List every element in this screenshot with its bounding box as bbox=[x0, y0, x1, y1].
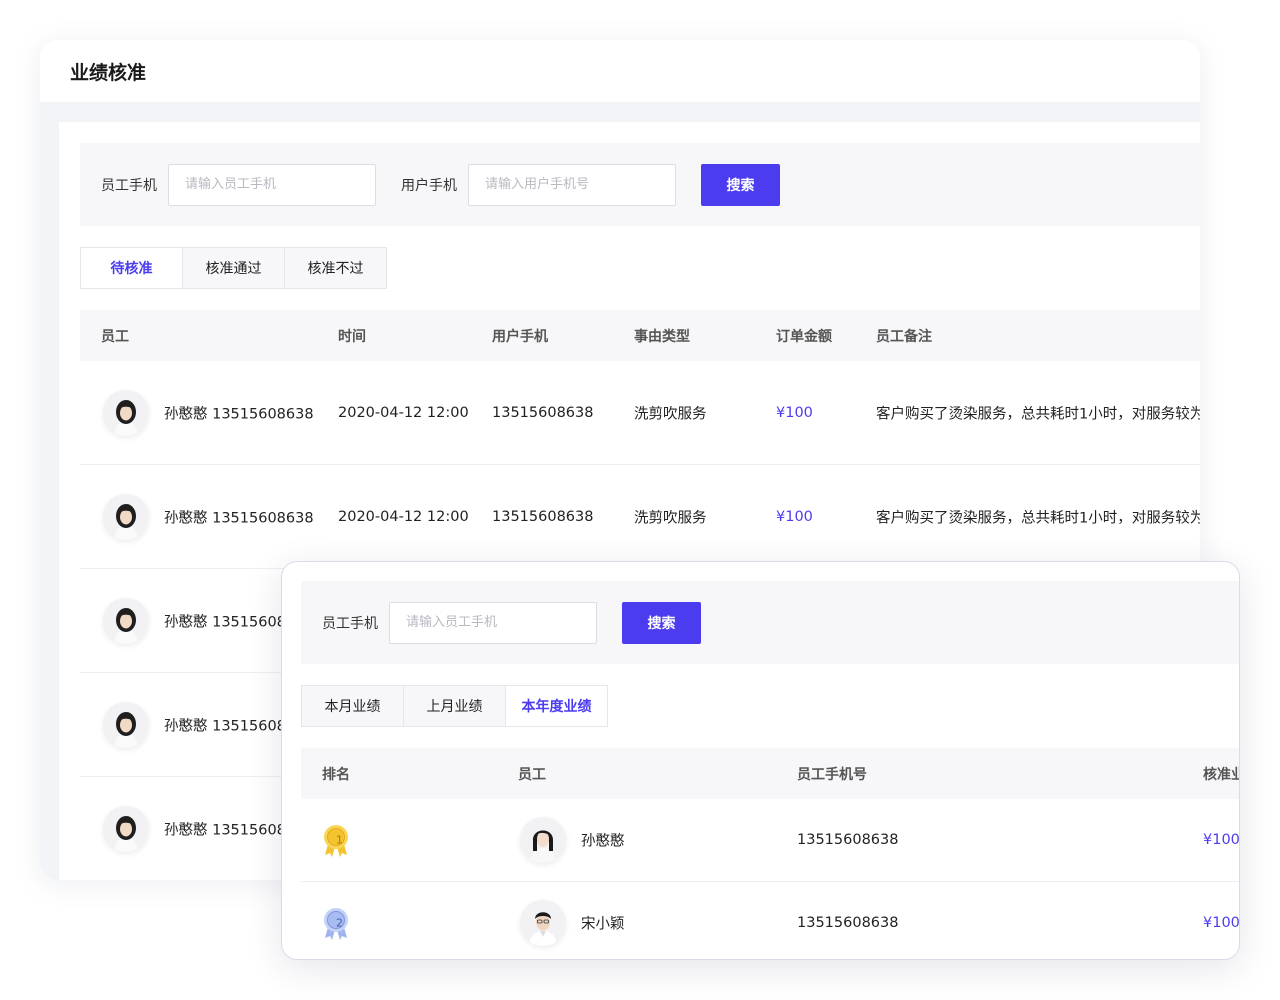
col-amount: 订单金额 bbox=[776, 328, 832, 345]
employee-phone-input[interactable] bbox=[168, 163, 376, 206]
rank-number: 1 bbox=[336, 833, 343, 847]
row-user-phone: 13515608638 bbox=[492, 508, 594, 525]
tab-approved[interactable]: 核准通过 bbox=[182, 247, 285, 289]
ranking-employee-phone-input[interactable] bbox=[389, 601, 597, 644]
employee-name: 孙憨憨 13515608638 bbox=[164, 510, 314, 526]
ranking-row[interactable]: 1 孙憨憨 13515608638 ¥100 bbox=[301, 799, 1239, 882]
ranking-employee-name: 宋小颖 bbox=[581, 916, 625, 933]
status-tabs: 待核准 核准通过 核准不过 bbox=[80, 247, 387, 289]
ranking-search-button[interactable]: 搜索 bbox=[622, 601, 701, 644]
col-type: 事由类型 bbox=[634, 328, 690, 345]
row-amount: ¥100 bbox=[776, 508, 813, 525]
col-user-phone: 用户手机 bbox=[492, 328, 548, 345]
avatar bbox=[520, 817, 566, 863]
row-user-phone: 13515608638 bbox=[492, 404, 594, 421]
tab-rejected[interactable]: 核准不过 bbox=[284, 247, 387, 289]
user-phone-label: 用户手机 bbox=[401, 177, 457, 194]
col-employee: 员工 bbox=[101, 328, 129, 345]
avatar bbox=[103, 493, 149, 540]
employee-name: 孙憨憨 135156086 bbox=[164, 718, 296, 734]
employee-name: 孙憨憨 135156086 bbox=[164, 822, 296, 838]
row-time: 2020-04-12 12:00 bbox=[338, 404, 469, 421]
ranking-amount: ¥100 bbox=[1203, 915, 1240, 931]
period-tabs: 本月业绩 上月业绩 本年度业绩 bbox=[301, 685, 608, 727]
avatar bbox=[520, 900, 566, 946]
tab-pending[interactable]: 待核准 bbox=[80, 247, 183, 289]
row-time: 2020-04-12 12:00 bbox=[338, 508, 469, 525]
tab-this-year[interactable]: 本年度业绩 bbox=[505, 685, 608, 727]
ranking-table-header: 排名 员工 员工手机号 核准业 bbox=[301, 748, 1239, 799]
row-note: 客户购买了烫染服务，总共耗时1小时，对服务较为 bbox=[876, 406, 1200, 422]
col-rank: 排名 bbox=[322, 766, 350, 783]
rank-number: 2 bbox=[336, 916, 343, 930]
employee-name: 孙憨憨 135156086 bbox=[164, 614, 296, 630]
row-note: 客户购买了烫染服务，总共耗时1小时，对服务较为 bbox=[876, 510, 1200, 526]
ranking-employee-phone-label: 员工手机 bbox=[322, 615, 378, 632]
table-row[interactable]: 孙憨憨 13515608638 2020-04-12 12:00 1351560… bbox=[80, 361, 1200, 465]
avatar bbox=[103, 701, 149, 748]
ranking-employee-name: 孙憨憨 bbox=[581, 833, 625, 850]
ranking-row[interactable]: 2 宋小颖 13515608638 ¥100 bbox=[301, 882, 1240, 959]
col-employee: 员工 bbox=[518, 766, 546, 783]
table-header: 员工 时间 用户手机 事由类型 订单金额 员工备注 bbox=[80, 310, 1200, 361]
window-header: 业绩核准 bbox=[40, 40, 1200, 102]
ranking-amount: ¥100 bbox=[1203, 832, 1240, 848]
col-employee-phone: 员工手机号 bbox=[797, 766, 867, 783]
row-amount: ¥100 bbox=[776, 404, 813, 421]
col-note: 员工备注 bbox=[876, 328, 932, 345]
performance-ranking-window: 员工手机 搜索 本月业绩 上月业绩 本年度业绩 排名 员工 员工手机号 核准业 … bbox=[281, 561, 1240, 960]
employee-phone-label: 员工手机 bbox=[101, 177, 157, 194]
user-phone-input[interactable] bbox=[468, 163, 676, 206]
search-button[interactable]: 搜索 bbox=[701, 163, 780, 206]
table-row[interactable]: 孙憨憨 13515608638 2020-04-12 12:00 1351560… bbox=[80, 465, 1200, 569]
row-type: 洗剪吹服务 bbox=[634, 406, 707, 422]
row-type: 洗剪吹服务 bbox=[634, 510, 707, 526]
ranking-employee-phone: 13515608638 bbox=[797, 915, 899, 931]
ranking-employee-phone: 13515608638 bbox=[797, 832, 899, 848]
col-time: 时间 bbox=[338, 328, 366, 345]
ranking-search-bar: 员工手机 搜索 bbox=[301, 581, 1239, 664]
page-title: 业绩核准 bbox=[70, 61, 147, 84]
avatar bbox=[103, 597, 149, 644]
avatar bbox=[103, 389, 149, 436]
tab-this-month[interactable]: 本月业绩 bbox=[301, 685, 404, 727]
search-bar: 员工手机 用户手机 搜索 bbox=[80, 143, 1200, 226]
employee-name: 孙憨憨 13515608638 bbox=[164, 406, 314, 422]
tab-last-month[interactable]: 上月业绩 bbox=[403, 685, 506, 727]
col-approved-amount: 核准业 bbox=[1203, 766, 1239, 783]
avatar bbox=[103, 805, 149, 852]
